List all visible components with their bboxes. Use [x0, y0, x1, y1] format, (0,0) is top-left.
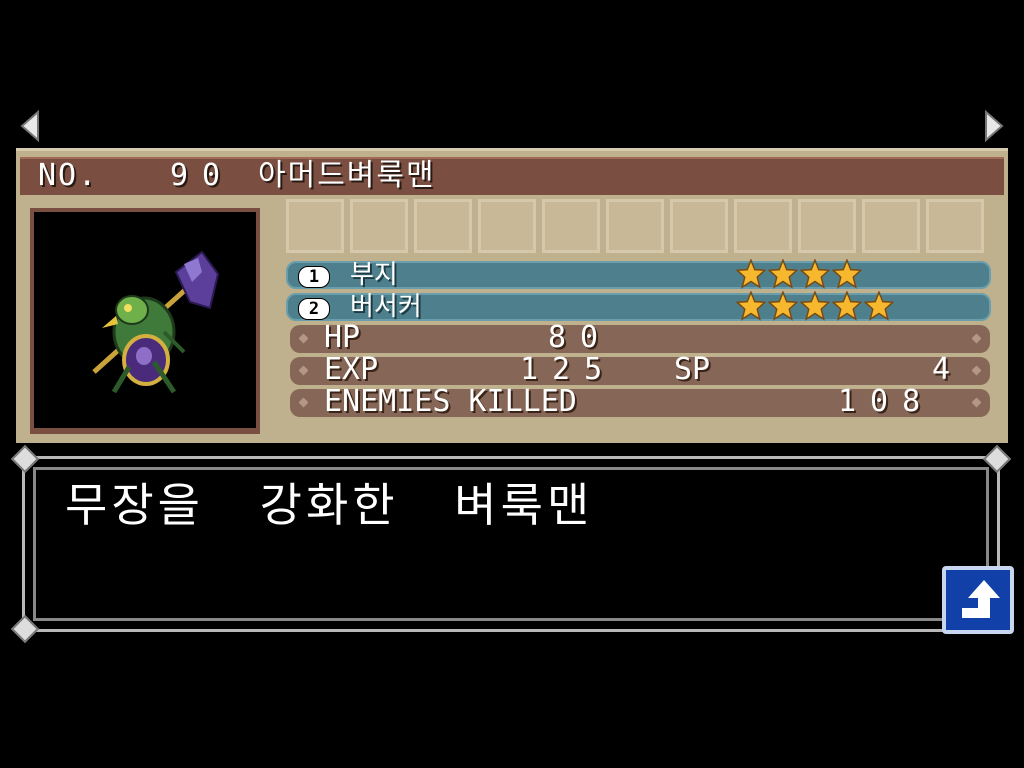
- star-icon: [768, 259, 798, 291]
- stat-row-hp: HP 80: [290, 321, 990, 355]
- description-box: 무장을 강화한 벼룩맨: [10, 444, 1012, 644]
- exp-label: EXP: [324, 352, 379, 387]
- skill-number-badge: 1: [298, 266, 330, 288]
- hp-label: HP: [324, 320, 361, 355]
- monster-name: 아머드벼룩맨: [258, 158, 436, 193]
- title-bar: NO. 90 아머드벼룩맨: [20, 157, 1004, 195]
- item-slot: [734, 199, 792, 253]
- right-arrow-icon: [985, 110, 1004, 142]
- monster-number: 90: [170, 158, 235, 193]
- monster-portrait: [34, 212, 256, 428]
- kills-value: 108: [838, 384, 935, 419]
- number-label: NO.: [38, 158, 99, 193]
- sp-value: 4: [932, 352, 951, 387]
- star-icon: [832, 259, 862, 291]
- item-slot: [926, 199, 984, 253]
- stat-row-kills: ENEMIES KILLED 108: [290, 385, 990, 419]
- skill-star-rating: [736, 259, 862, 291]
- armored-flea-sprite-icon: [92, 250, 220, 394]
- item-slot-row: [286, 199, 998, 255]
- bestiary-panel: NO. 90 아머드벼룩맨 1 부지 2 버서커 HP 80 EXP 125 S…: [16, 148, 1008, 443]
- up-turn-arrow-icon: [962, 580, 1000, 618]
- hp-value: 80: [548, 320, 613, 355]
- left-arrow-icon: [20, 110, 39, 142]
- item-slot: [414, 199, 472, 253]
- star-icon: [736, 259, 766, 291]
- skill-name: 부지: [350, 260, 398, 290]
- item-slot: [798, 199, 856, 253]
- star-icon: [800, 291, 830, 323]
- skill-row-2: 2 버서커: [286, 291, 991, 323]
- sp-label: SP: [674, 352, 711, 387]
- item-slot: [478, 199, 536, 253]
- item-slot: [350, 199, 408, 253]
- previous-monster-arrow[interactable]: [18, 110, 40, 142]
- skill-row-1: 1 부지: [286, 259, 991, 291]
- skill-name: 버서커: [350, 292, 422, 322]
- skill-number-badge: 2: [298, 298, 330, 320]
- next-monster-arrow[interactable]: [984, 110, 1006, 142]
- kills-label: ENEMIES KILLED: [324, 384, 577, 419]
- item-slot: [862, 199, 920, 253]
- monster-description: 무장을 강화한 벼룩맨: [65, 478, 594, 532]
- item-slot: [286, 199, 344, 253]
- star-icon: [736, 291, 766, 323]
- star-icon: [800, 259, 830, 291]
- exp-value: 125: [520, 352, 617, 387]
- back-button[interactable]: [942, 566, 1014, 634]
- portrait-frame: [30, 208, 260, 434]
- skill-star-rating: [736, 291, 894, 323]
- item-slot: [670, 199, 728, 253]
- star-icon: [832, 291, 862, 323]
- stat-row-exp: EXP 125 SP 4: [290, 353, 990, 387]
- item-slot: [606, 199, 664, 253]
- star-icon: [768, 291, 798, 323]
- star-icon: [864, 291, 894, 323]
- item-slot: [542, 199, 600, 253]
